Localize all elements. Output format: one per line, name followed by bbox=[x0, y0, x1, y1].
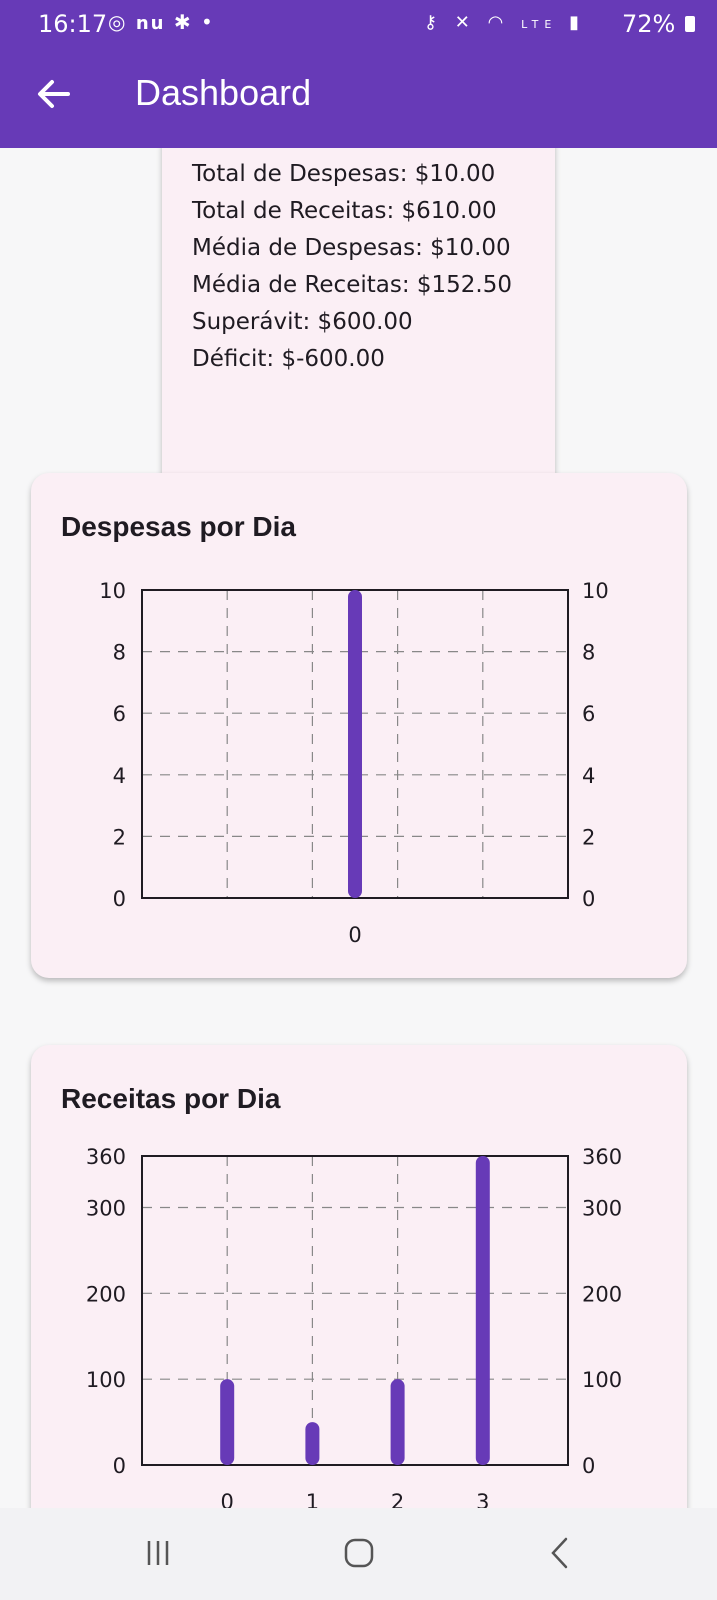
y-tick-label-left: 0 bbox=[113, 1454, 126, 1478]
receitas-chart-card: Receitas por Dia 0 0 100 100 200 200 300 300 360… bbox=[31, 1045, 687, 1508]
chart-bar bbox=[305, 1422, 320, 1465]
chart-bar bbox=[220, 1379, 235, 1465]
x-tick-label: 0 bbox=[221, 1490, 234, 1508]
y-tick-label-left: 300 bbox=[86, 1197, 126, 1221]
y-tick-label-right: 200 bbox=[582, 1282, 622, 1306]
chart-bar bbox=[348, 590, 362, 898]
y-tick-label-left: 100 bbox=[86, 1368, 126, 1392]
summary-line: Média de Despesas: $10.00 bbox=[192, 235, 511, 261]
summary-lines: Total de Despesas: $10.00 Total de Recei… bbox=[192, 156, 512, 378]
y-tick-label-left: 200 bbox=[86, 1282, 126, 1306]
y-tick-label-right: 300 bbox=[582, 1197, 622, 1221]
home-icon bbox=[344, 1538, 374, 1568]
x-tick-label: 1 bbox=[306, 1490, 319, 1508]
mute-icon: ✕ bbox=[454, 12, 476, 33]
battery-status: 72% bbox=[622, 10, 695, 38]
summary-line: Total de Receitas: $610.00 bbox=[192, 198, 497, 224]
x-tick-label: 0 bbox=[348, 923, 361, 947]
summary-line: Déficit: $-600.00 bbox=[192, 346, 385, 372]
y-tick-label-left: 2 bbox=[113, 825, 126, 849]
y-tick-label-right: 0 bbox=[582, 1454, 595, 1478]
y-tick-label-left: 4 bbox=[113, 764, 126, 788]
wifi-icon: ◠ bbox=[487, 12, 510, 33]
status-bar: 16:17 ◎ nu ✱ • ⚷ ✕ ◠ LTE ▮ 72% bbox=[0, 0, 717, 48]
y-tick-label-right: 10 bbox=[582, 579, 609, 603]
battery-icon bbox=[685, 16, 695, 32]
y-tick-label-right: 2 bbox=[582, 825, 595, 849]
y-tick-label-right: 360 bbox=[582, 1145, 622, 1169]
summary-line: Média de Receitas: $152.50 bbox=[192, 272, 513, 298]
key-icon: ⚷ bbox=[423, 12, 444, 33]
back-icon bbox=[551, 1537, 568, 1569]
back-button[interactable] bbox=[30, 70, 78, 118]
status-time: 16:17 bbox=[38, 10, 108, 38]
signal-icon: ▮ bbox=[569, 12, 585, 33]
summary-line: Total de Despesas: $10.00 bbox=[192, 161, 496, 187]
y-tick-label-left: 0 bbox=[113, 887, 126, 911]
volte-icon: LTE bbox=[521, 18, 558, 31]
y-tick-label-right: 0 bbox=[582, 887, 595, 911]
dashboard-content[interactable]: Total de Despesas: $10.00 Total de Recei… bbox=[0, 148, 717, 1508]
summary-line: Superávit: $600.00 bbox=[192, 309, 413, 335]
y-tick-label-right: 100 bbox=[582, 1368, 622, 1392]
y-tick-label-left: 6 bbox=[113, 702, 126, 726]
x-tick-label: 3 bbox=[476, 1490, 489, 1508]
receitas-chart: 0 0 100 100 200 200 300 300 360 360 0 1 2 3 bbox=[86, 1145, 622, 1508]
y-tick-label-right: 4 bbox=[582, 764, 595, 788]
notification-icons: ◎ nu ✱ • bbox=[108, 10, 215, 34]
chart-bar bbox=[390, 1379, 405, 1465]
x-tick-label: 2 bbox=[391, 1490, 404, 1508]
nav-back-button[interactable] bbox=[530, 1528, 590, 1578]
y-tick-label-left: 10 bbox=[99, 579, 126, 603]
y-tick-label-right: 6 bbox=[582, 702, 595, 726]
y-tick-label-right: 8 bbox=[582, 641, 595, 665]
app-icon: ✱ bbox=[173, 10, 193, 34]
nubank-icon: nu bbox=[135, 13, 166, 34]
arrow-back-icon bbox=[38, 80, 70, 108]
y-tick-label-left: 8 bbox=[113, 641, 126, 665]
despesas-chart-card: Despesas por Dia 0 0 2 2 4 4 6 6 8 8 10 10 0 bbox=[31, 473, 687, 978]
page-title: Dashboard bbox=[135, 72, 312, 113]
y-tick-label-left: 360 bbox=[86, 1145, 126, 1169]
recent-apps-button[interactable] bbox=[128, 1528, 188, 1578]
despesas-chart: 0 0 2 2 4 4 6 6 8 8 10 10 0 bbox=[99, 579, 609, 947]
system-icons: ⚷ ✕ ◠ LTE ▮ bbox=[424, 12, 585, 33]
plot-border bbox=[141, 1155, 569, 1466]
home-button[interactable] bbox=[329, 1528, 389, 1578]
app-bar: Dashboard bbox=[0, 48, 717, 148]
system-nav-bar bbox=[0, 1508, 717, 1600]
chart-bar bbox=[475, 1156, 490, 1465]
whatsapp-icon: ◎ bbox=[108, 10, 128, 34]
battery-percent: 72% bbox=[622, 10, 676, 38]
dot-icon: • bbox=[200, 10, 215, 34]
recent-apps-icon bbox=[147, 1541, 169, 1565]
